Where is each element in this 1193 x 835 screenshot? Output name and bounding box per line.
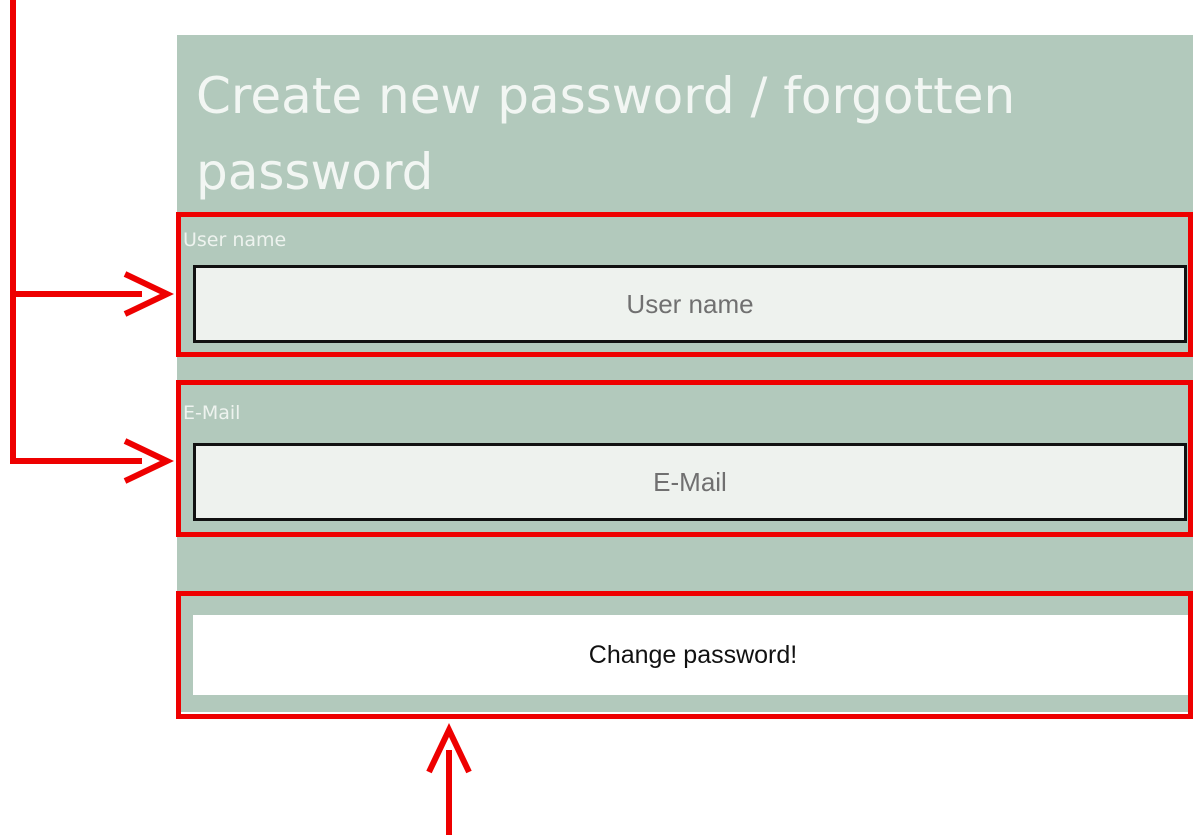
username-arrow-shaft [10,291,142,297]
email-input[interactable] [193,443,1187,521]
up-arrow-icon [426,723,472,774]
email-label: E-Mail [183,402,241,424]
username-label: User name [183,229,287,251]
annotation-vertical-line [10,0,16,464]
username-arrow-icon [123,271,174,317]
change-password-button[interactable]: Change password! [193,615,1193,695]
page-title: Create new password / forgotten password [196,67,1016,201]
email-arrow-icon [123,438,174,484]
email-arrow-shaft [10,458,142,464]
username-input[interactable] [193,265,1187,343]
